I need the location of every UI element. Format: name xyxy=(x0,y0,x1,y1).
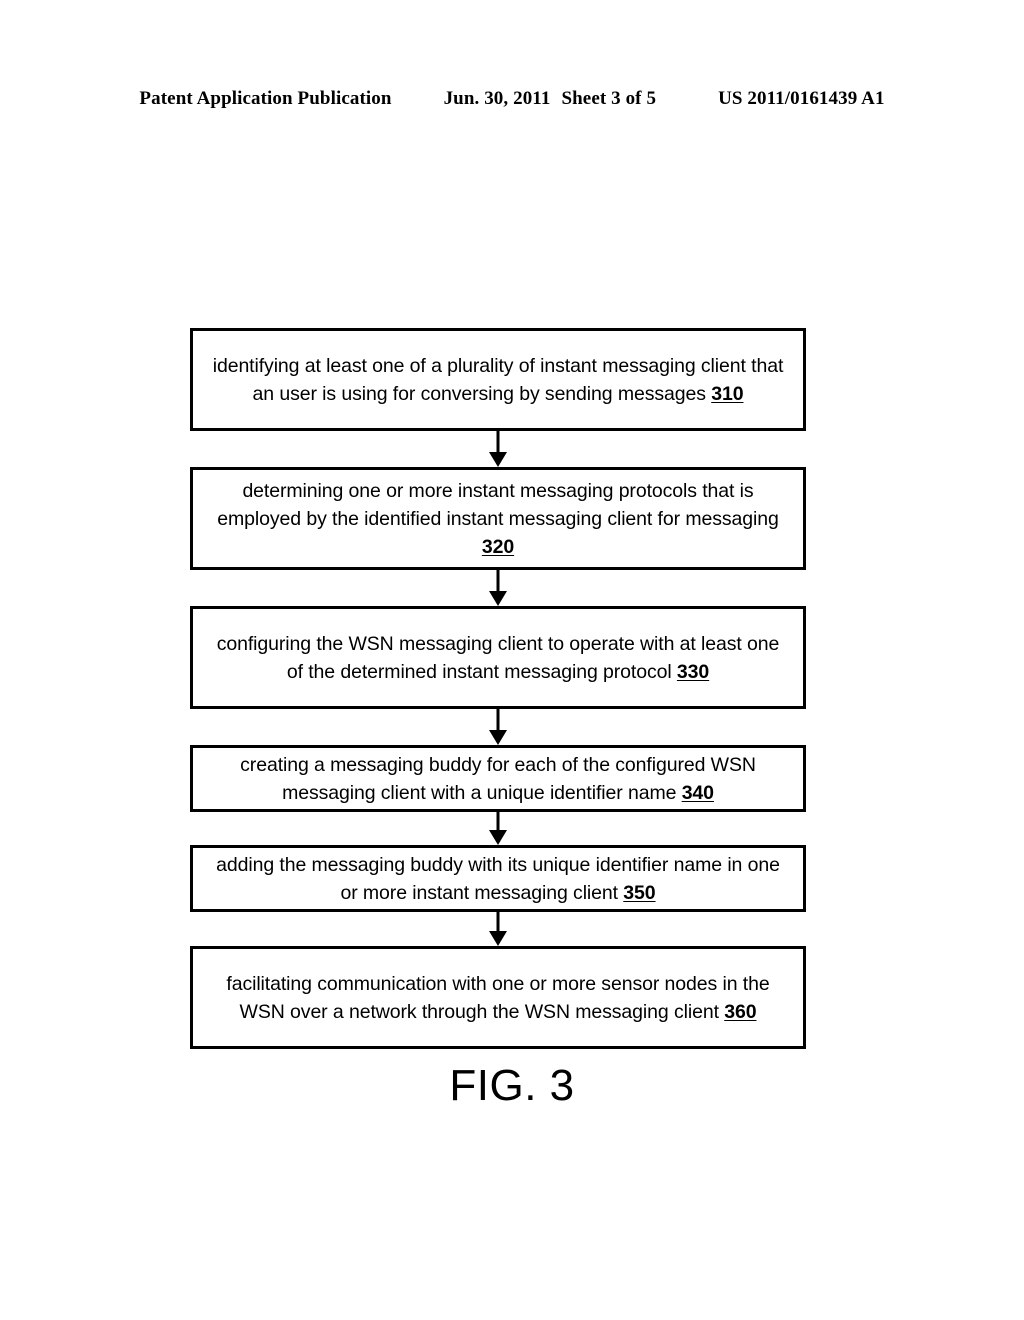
flowchart-step-340-refnum: 340 xyxy=(681,781,714,804)
arrow-stem xyxy=(496,431,500,453)
arrow-head-icon xyxy=(489,591,507,606)
flowchart-step-320-text: determining one or more instant messagin… xyxy=(217,479,779,558)
header-date-label: Jun. 30, 2011 xyxy=(443,88,551,109)
flowchart-step-350-refnum: 350 xyxy=(623,881,656,904)
flowchart-step-360-text: facilitating communication with one or m… xyxy=(226,972,770,1023)
figure-caption: FIG. 3 xyxy=(449,1061,575,1110)
arrow-stem xyxy=(496,812,500,831)
arrow-stem xyxy=(496,570,500,592)
flowchart-step-360-refnum: 360 xyxy=(724,1000,757,1023)
page-header: Patent Application Publication Jun. 30, … xyxy=(0,88,1024,110)
flowchart-step-330: configuring the WSN messaging client to … xyxy=(190,606,806,709)
flowchart-step-310-text: identifying at least one of a plurality … xyxy=(212,354,784,405)
flowchart-step-350-text: adding the messaging buddy with its uniq… xyxy=(216,853,780,904)
arrow-stem xyxy=(496,709,500,731)
flowchart-step-340: creating a messaging buddy for each of t… xyxy=(190,745,806,812)
flowchart-step-330-text: configuring the WSN messaging client to … xyxy=(216,632,780,683)
flowchart-step-350: adding the messaging buddy with its uniq… xyxy=(190,845,806,912)
header-patent-number: US 2011/0161439 A1 xyxy=(718,88,885,109)
flowchart-step-310-refnum: 310 xyxy=(711,382,744,405)
flowchart-step-360: facilitating communication with one or m… xyxy=(190,946,806,1049)
flowchart-step-310: identifying at least one of a plurality … xyxy=(190,328,806,431)
arrow-head-icon xyxy=(489,452,507,467)
flowchart-step-320-refnum: 320 xyxy=(481,535,515,558)
flowchart-arrow-310-to-320 xyxy=(190,431,806,467)
flowchart-arrow-340-to-350 xyxy=(190,812,806,845)
arrow-stem xyxy=(496,912,500,932)
flowchart-arrow-350-to-360 xyxy=(190,912,806,946)
arrow-head-icon xyxy=(489,830,507,845)
flowchart-figure-3: identifying at least one of a plurality … xyxy=(190,328,806,1049)
flowchart-step-340-text: creating a messaging buddy for each of t… xyxy=(240,753,756,804)
flowchart-arrow-320-to-330 xyxy=(190,570,806,606)
flowchart-step-320: determining one or more instant messagin… xyxy=(190,467,806,570)
arrow-head-icon xyxy=(489,730,507,745)
flowchart-arrow-330-to-340 xyxy=(190,709,806,745)
flowchart-step-330-refnum: 330 xyxy=(676,660,710,683)
header-sheet-label: Sheet 3 of 5 xyxy=(561,88,657,109)
header-publication-label: Patent Application Publication xyxy=(139,88,392,109)
arrow-head-icon xyxy=(489,931,507,946)
